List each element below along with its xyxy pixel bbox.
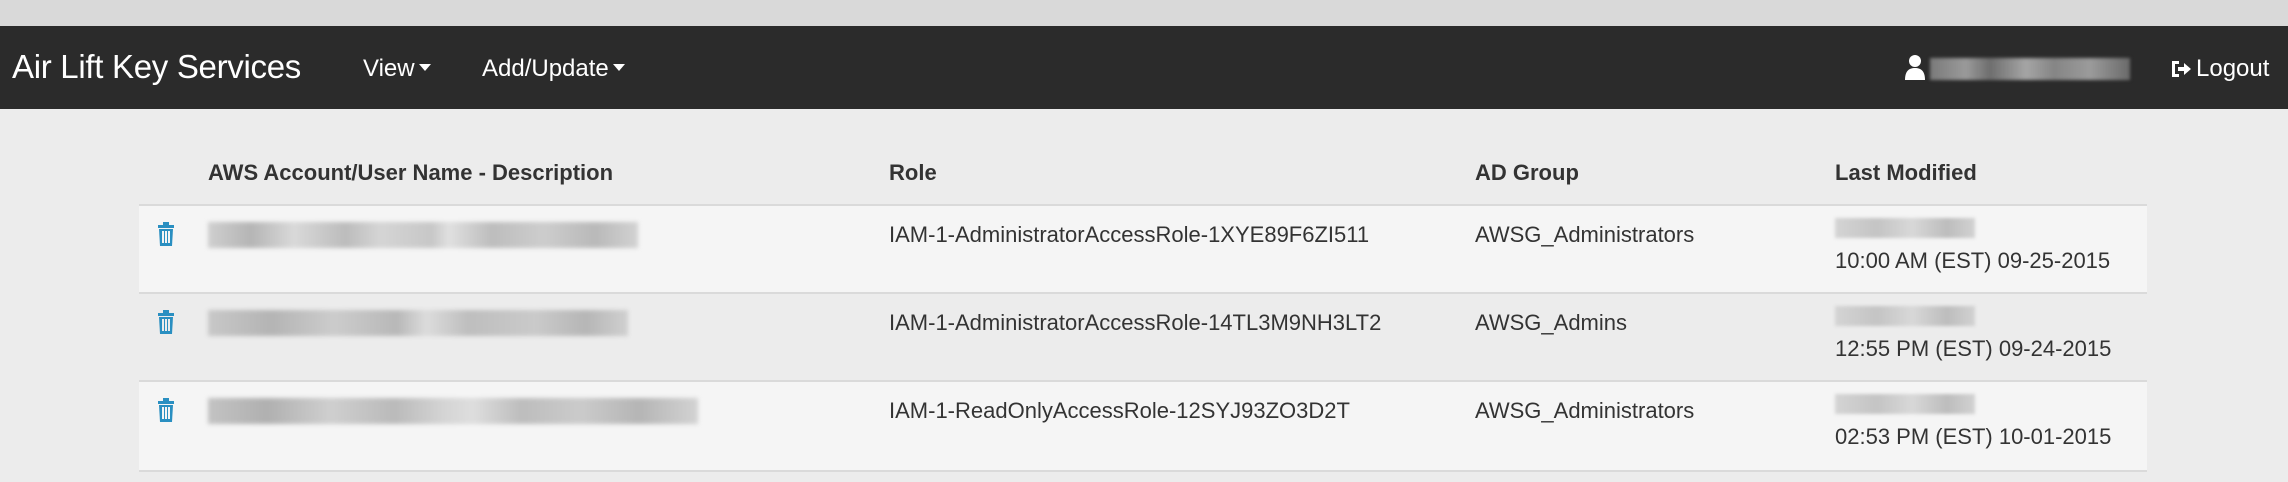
ad-group-cell: AWSG_Admins <box>1475 310 1628 335</box>
add-update-menu-label: Add/Update <box>482 55 609 82</box>
role-cell: IAM-1-ReadOnlyAccessRole-12SYJ93ZO3D2T <box>889 398 1350 423</box>
window-top-strip <box>0 0 2288 26</box>
account-redacted <box>208 310 628 336</box>
top-navbar: Air Lift Key Services View Add/Update Lo… <box>0 26 2288 109</box>
role-cell: IAM-1-AdministratorAccessRole-1XYE89F6ZI… <box>889 222 1370 247</box>
logout-link[interactable]: Logout <box>2170 55 2269 83</box>
sign-out-icon <box>2172 61 2191 77</box>
user-icon <box>1905 55 1925 80</box>
view-menu[interactable]: View <box>363 55 431 83</box>
caret-down-icon <box>612 64 625 72</box>
modified-time-cell: 12:55 PM (EST) 09-24-2015 <box>1835 336 2112 361</box>
modified-by-redacted <box>1835 218 1975 238</box>
modified-by-redacted <box>1835 394 1975 414</box>
header-account[interactable]: AWS Account/User Name - Description <box>208 160 613 186</box>
table-row: IAM-1-AdministratorAccessRole-14TL3M9NH3… <box>139 292 2147 382</box>
table-row: IAM-1-AdministratorAccessRole-1XYE89F6ZI… <box>139 204 2147 294</box>
account-redacted <box>208 398 698 424</box>
ad-group-cell: AWSG_Administrators <box>1475 222 1695 247</box>
username-redacted <box>1930 58 2130 80</box>
trash-icon[interactable] <box>156 398 176 422</box>
header-last-modified[interactable]: Last Modified <box>1835 160 1977 186</box>
ad-group-cell: AWSG_Administrators <box>1475 398 1695 423</box>
logout-label: Logout <box>2196 55 2270 82</box>
modified-by-redacted <box>1835 306 1975 326</box>
add-update-menu[interactable]: Add/Update <box>482 55 625 83</box>
header-role[interactable]: Role <box>889 160 937 186</box>
modified-time-cell: 10:00 AM (EST) 09-25-2015 <box>1835 248 2111 273</box>
view-menu-label: View <box>363 55 415 82</box>
brand-title[interactable]: Air Lift Key Services <box>12 48 301 86</box>
caret-down-icon <box>418 64 431 72</box>
trash-icon[interactable] <box>156 222 176 246</box>
table-row: IAM-1-ReadOnlyAccessRole-12SYJ93ZO3D2T A… <box>139 380 2147 472</box>
modified-time-cell: 02:53 PM (EST) 10-01-2015 <box>1835 424 2112 449</box>
trash-icon[interactable] <box>156 310 176 334</box>
account-redacted <box>208 222 638 248</box>
header-ad-group[interactable]: AD Group <box>1475 160 1579 186</box>
role-cell: IAM-1-AdministratorAccessRole-14TL3M9NH3… <box>889 310 1382 335</box>
table-header-row: AWS Account/User Name - Description Role… <box>139 142 2147 204</box>
